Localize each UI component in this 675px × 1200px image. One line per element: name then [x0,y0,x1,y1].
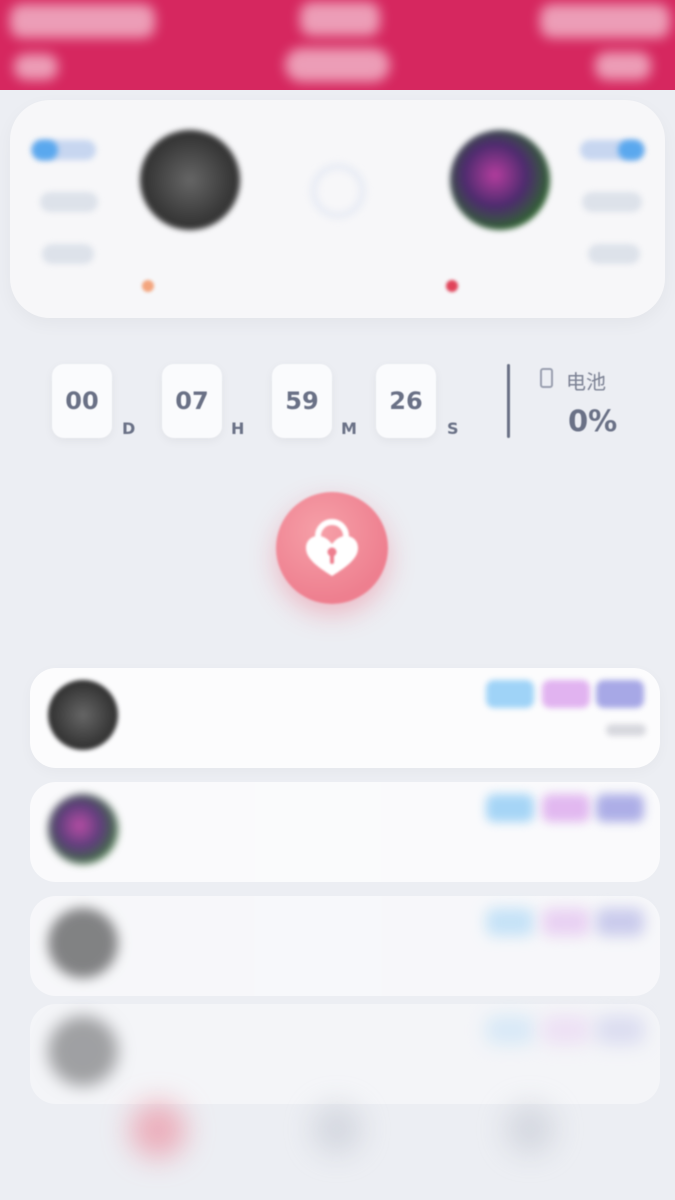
hours-unit: H [231,419,245,438]
avatar [48,794,118,864]
list-item[interactable] [30,782,660,882]
left-tag-3 [42,244,94,264]
list-item[interactable] [30,1004,660,1104]
left-status-dot [142,280,154,292]
tag-indigo [596,794,644,822]
link-icon [312,165,364,217]
header-right-item[interactable] [540,4,670,38]
list-item[interactable] [30,896,660,996]
lock-button[interactable] [276,492,388,604]
tag-purple [542,794,590,822]
app-header [0,0,675,90]
right-tag-2 [582,192,642,212]
right-avatar[interactable] [450,130,550,230]
left-tag-2 [40,192,98,212]
tag-blue [486,1016,534,1044]
heart-lock-icon [306,519,358,576]
left-tag-1-accent [32,140,58,160]
tag-indigo [596,680,644,708]
seconds-unit: S [447,419,459,438]
minutes-unit: M [341,419,357,438]
header-right-subitem[interactable] [595,52,651,80]
avatar [48,908,118,978]
header-left-item[interactable] [10,4,155,38]
minutes-box: 59 [272,364,332,438]
header-left-subitem[interactable] [14,54,58,80]
tag-purple [542,680,590,708]
nav-profile-icon[interactable] [505,1104,555,1154]
days-unit: D [122,419,136,438]
list-item[interactable] [30,668,660,768]
right-tag-3 [588,244,640,264]
hours-box: 07 [162,364,222,438]
bottom-nav [0,1090,675,1200]
avatar [48,680,118,750]
header-center-item[interactable] [300,2,380,36]
nav-center-icon[interactable] [312,1104,362,1154]
tag-indigo [596,908,644,936]
tag-blue [486,680,534,708]
right-status-dot [446,280,458,292]
list-item-meta [606,724,646,736]
tag-purple [542,908,590,936]
couple-profile-card [10,100,665,318]
left-avatar[interactable] [140,130,240,230]
days-box: 00 [52,364,112,438]
battery-label: 电池 [566,370,606,394]
tag-blue [486,908,534,936]
right-tag-1-accent [618,140,644,160]
tag-blue [486,794,534,822]
tag-purple [542,1016,590,1044]
seconds-box: 26 [376,364,436,438]
avatar [48,1016,118,1086]
battery-value: 0% [568,404,618,438]
header-center-button[interactable] [285,48,390,82]
timer-divider [507,364,510,438]
battery-icon [540,368,553,388]
tag-indigo [596,1016,644,1044]
nav-home-icon[interactable] [130,1102,186,1158]
